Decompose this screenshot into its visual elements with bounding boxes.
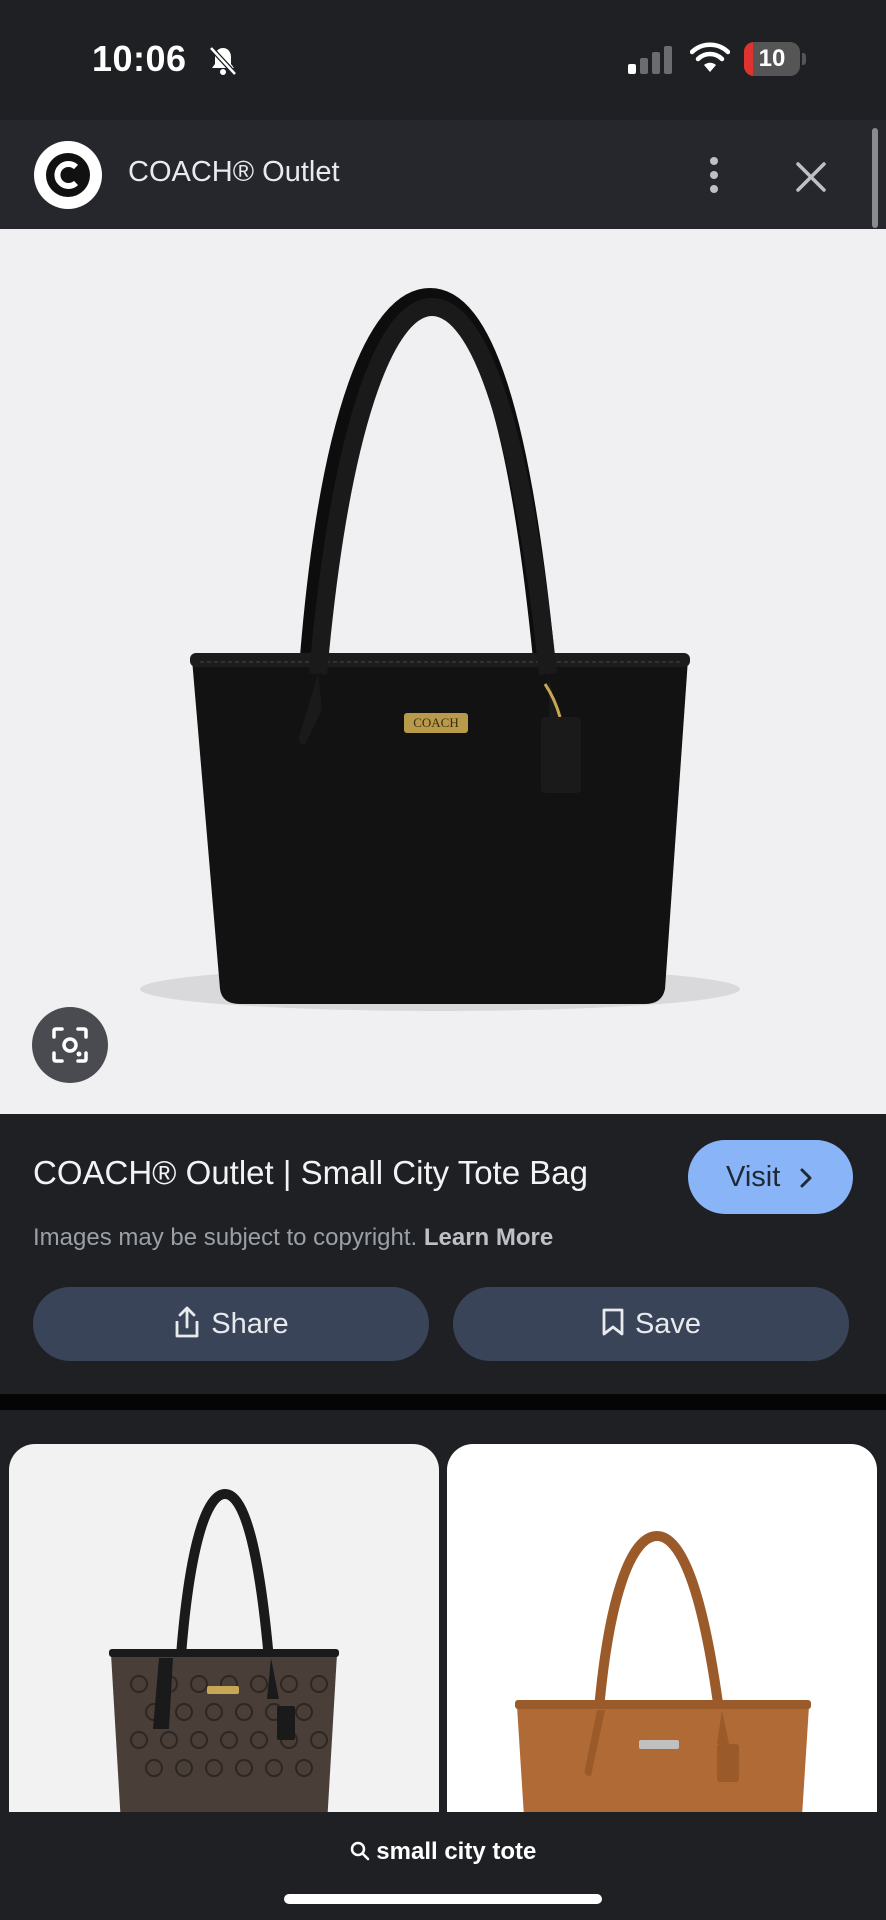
site-header: COACH® Outlet bbox=[0, 120, 886, 229]
visit-label: Visit bbox=[726, 1161, 781, 1193]
save-button[interactable]: Save bbox=[453, 1287, 849, 1361]
share-label: Share bbox=[211, 1308, 289, 1340]
signature-tote-image bbox=[109, 1488, 339, 1812]
bookmark-icon bbox=[602, 1308, 624, 1336]
save-label: Save bbox=[634, 1308, 702, 1340]
clock: 10:06 bbox=[92, 38, 187, 79]
more-options-button[interactable] bbox=[694, 150, 734, 200]
tote-bag-image: COACH bbox=[140, 287, 740, 1011]
svg-text:COACH: COACH bbox=[413, 715, 459, 730]
learn-more-link[interactable]: Learn More bbox=[424, 1224, 553, 1251]
tan-tote-image bbox=[515, 1530, 811, 1812]
section-divider bbox=[0, 1394, 886, 1410]
google-lens-icon bbox=[52, 1027, 88, 1063]
close-icon bbox=[796, 162, 826, 192]
wifi-icon bbox=[690, 42, 730, 72]
copyright-text: Images may be subject to copyright. bbox=[33, 1224, 418, 1251]
related-image-card[interactable] bbox=[447, 1444, 877, 1812]
share-button[interactable]: Share bbox=[33, 1287, 429, 1361]
home-indicator[interactable] bbox=[284, 1894, 602, 1904]
signal-icon bbox=[628, 46, 672, 74]
related-images-grid bbox=[0, 1410, 886, 1812]
site-logo[interactable] bbox=[34, 141, 102, 209]
result-title[interactable]: COACH® Outlet | Small City Tote Bag bbox=[33, 1154, 588, 1192]
site-title: COACH® Outlet bbox=[128, 156, 340, 188]
scrollbar[interactable] bbox=[872, 128, 878, 228]
more-vertical-icon bbox=[710, 157, 718, 193]
search-query-text: small city tote bbox=[376, 1838, 537, 1865]
battery-icon: 10 bbox=[744, 42, 806, 76]
chevron-right-icon bbox=[800, 1168, 812, 1188]
bell-muted-icon bbox=[209, 46, 237, 76]
search-icon bbox=[350, 1841, 369, 1860]
search-query[interactable]: small city tote bbox=[0, 1838, 886, 1866]
copyright-notice: Images may be subject to copyright. Lear… bbox=[33, 1224, 553, 1252]
result-info: COACH® Outlet | Small City Tote Bag Visi… bbox=[0, 1114, 886, 1394]
battery-level: 10 bbox=[758, 45, 786, 72]
related-image-card[interactable] bbox=[9, 1444, 439, 1812]
status-bar: 10:06 10 bbox=[0, 0, 886, 120]
bottom-search-bar[interactable]: small city tote bbox=[0, 1812, 886, 1920]
close-button[interactable] bbox=[788, 154, 834, 200]
share-icon bbox=[175, 1306, 199, 1338]
product-image[interactable]: COACH bbox=[0, 229, 886, 1114]
lens-search-button[interactable] bbox=[32, 1007, 108, 1083]
coach-logo-icon bbox=[46, 153, 90, 197]
visit-button[interactable]: Visit bbox=[688, 1140, 853, 1214]
